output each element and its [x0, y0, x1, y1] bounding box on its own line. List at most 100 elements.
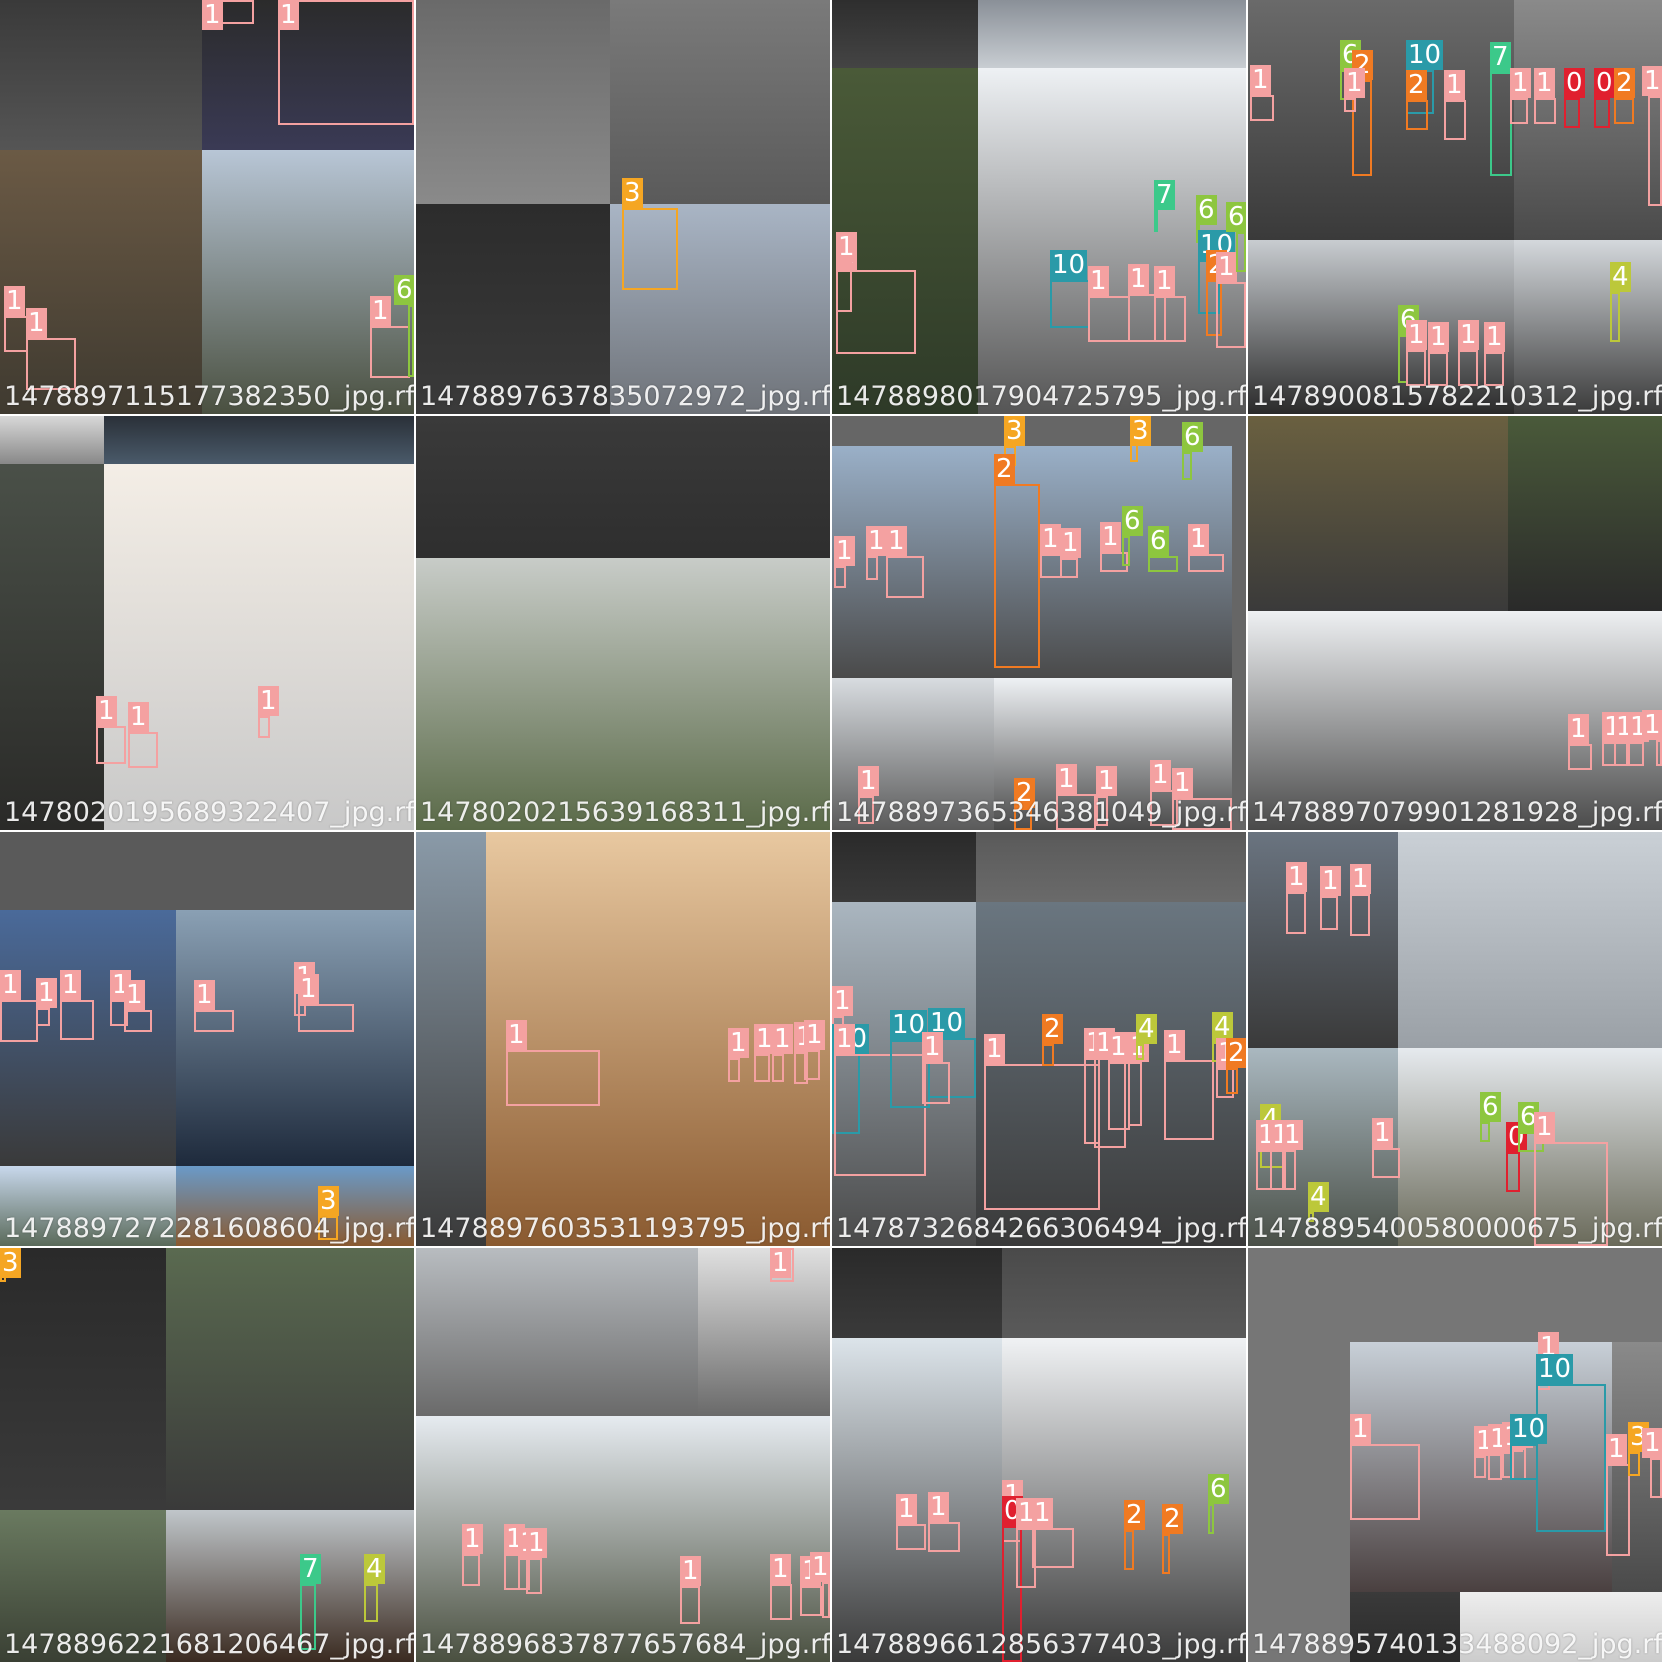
mosaic-tile: 1111111478897603531193795_jpg.rf.: [416, 832, 830, 1246]
class-label-tag: 1: [526, 1528, 547, 1558]
class-label-tag: 1: [810, 1552, 830, 1582]
tile-photo-fragment: [202, 150, 414, 414]
class-label-tag: 1: [370, 296, 391, 326]
tile-filename-label: 1478020195689322407_jpg.rf.: [4, 797, 414, 828]
tile-photo-fragment: [0, 910, 176, 1166]
class-label-tag: 1: [770, 1248, 791, 1278]
class-label-tag: 1: [886, 526, 907, 556]
class-label-tag: 1: [1350, 1414, 1371, 1444]
class-label-tag: 7: [1154, 180, 1175, 210]
tile-photo-fragment: [976, 832, 1246, 902]
class-label-tag: 3: [318, 1186, 339, 1216]
mosaic-tile: 11011111101311478895740133488092_jpg.rf.: [1248, 1248, 1662, 1662]
tile-filename-label: 1478020215639168311_jpg.rf.: [420, 797, 830, 828]
tile-photo-fragment: [104, 416, 414, 464]
tile-filename-label: 1478895740133488092_jpg.rf.: [1252, 1629, 1662, 1660]
class-label-tag: 1: [858, 766, 879, 796]
tile-filename-label: 1478732684266306494_jpg.rf.: [836, 1213, 1246, 1244]
class-label-tag: 4: [1136, 1014, 1157, 1044]
class-label-tag: 10: [1050, 250, 1088, 280]
class-label-tag: 1: [836, 232, 857, 262]
class-label-tag: 2: [1406, 70, 1427, 100]
tile-photo-fragment: [832, 1338, 1002, 1662]
tile-photo-fragment: [832, 1248, 1002, 1338]
class-label-tag: 1: [1056, 764, 1077, 794]
tile-photo-fragment: [832, 446, 1232, 678]
class-label-tag: 1: [1642, 710, 1662, 740]
class-label-tag: 4: [364, 1554, 385, 1584]
tile-photo-fragment: [176, 910, 414, 1166]
class-label-tag: 1: [1444, 70, 1465, 100]
tile-photo-fragment: [0, 1248, 166, 1510]
class-label-tag: 1: [1250, 65, 1271, 95]
class-label-tag: 1: [1282, 1120, 1303, 1150]
class-label-tag: 1: [680, 1556, 701, 1586]
class-label-tag: 2: [1614, 68, 1635, 98]
class-label-tag: 1: [128, 702, 149, 732]
class-label-tag: 6: [1208, 1474, 1229, 1504]
mosaic-tile: 1478020215639168311_jpg.rf.: [416, 416, 830, 830]
class-label-tag: 3: [622, 178, 643, 208]
class-label-tag: 1: [1484, 322, 1505, 352]
tile-filename-label: 1478896612856377403_jpg.rf.: [836, 1629, 1246, 1660]
class-label-tag: 1: [1406, 320, 1427, 350]
class-label-tag: 3: [0, 1248, 21, 1278]
tile-photo-fragment: [0, 0, 202, 150]
class-label-tag: 1: [1642, 66, 1662, 96]
tile-photo-fragment: [166, 1248, 414, 1510]
class-label-tag: 1: [4, 286, 25, 316]
class-label-tag: 1: [258, 686, 279, 716]
tile-filename-label: 1478897115177382350_jpg.rf.: [4, 381, 414, 412]
tile-photo-fragment: [104, 464, 414, 830]
tile-photo-fragment: [416, 1248, 698, 1416]
class-label-tag: 1: [1642, 1428, 1662, 1458]
class-label-tag: 1: [834, 536, 855, 566]
tile-photo-fragment: [1514, 0, 1662, 240]
class-label-tag: 1: [922, 1032, 943, 1062]
class-label-tag: 1: [832, 986, 853, 1016]
class-label-tag: 1: [1534, 1112, 1555, 1142]
tile-photo-fragment: [1248, 416, 1508, 611]
class-label-tag: 1: [298, 974, 319, 1004]
class-label-tag: 2: [1162, 1504, 1183, 1534]
class-label-tag: 1: [1458, 320, 1479, 350]
class-label-tag: 10: [1536, 1354, 1574, 1384]
class-label-tag: 1: [1060, 528, 1081, 558]
tile-photo-fragment: [698, 1248, 830, 1416]
mosaic-tile: 3 3 6 2 1 1 1 1 1 1 6 6 1 1 2 1 1 1 1 1478897365346381049_j…: [832, 416, 1246, 830]
class-label-tag: 2: [1124, 1500, 1145, 1530]
class-label-tag: 6: [1480, 1092, 1501, 1122]
class-label-tag: 1: [1164, 1030, 1185, 1060]
class-label-tag: 1: [896, 1494, 917, 1524]
class-label-tag: 1: [1286, 862, 1307, 892]
class-label-tag: 1: [1216, 252, 1237, 282]
class-label-tag: 1: [1150, 760, 1171, 790]
class-label-tag: 0: [1564, 68, 1585, 98]
class-label-tag: 10: [1406, 40, 1444, 70]
class-label-tag: 7: [300, 1554, 321, 1584]
class-label-tag: 1: [1128, 264, 1149, 294]
class-label-tag: 0: [1594, 68, 1615, 98]
tile-filename-label: 1478896221681206467_jpg.rf.: [4, 1629, 414, 1660]
tile-photo-fragment: [0, 150, 202, 414]
mosaic-tile: 1 1 1 1 1 6 1478897115177382350_jpg.rf.: [0, 0, 414, 414]
class-label-tag: 1: [1350, 864, 1371, 894]
class-label-tag: 6: [394, 275, 414, 305]
tile-photo-fragment: [202, 0, 414, 150]
tile-photo-fragment: [832, 832, 976, 902]
tile-filename-label: 1478897637835072972_jpg.rf.: [420, 381, 830, 412]
class-label-tag: 1: [60, 970, 81, 1000]
tile-photo-fragment: [610, 0, 830, 204]
tile-photo-fragment: [0, 416, 104, 464]
class-label-tag: 2: [994, 454, 1015, 484]
class-label-tag: 1: [26, 308, 47, 338]
class-label-tag: 1: [1428, 322, 1449, 352]
class-label-tag: 6: [1148, 526, 1169, 556]
class-label-tag: 1: [1344, 68, 1365, 98]
class-label-tag: 1: [124, 980, 145, 1010]
class-label-tag: 1: [1108, 1032, 1129, 1062]
class-label-tag: 4: [1308, 1182, 1329, 1212]
tile-photo-fragment: [1248, 832, 1398, 1048]
class-label-tag: 1: [772, 1024, 793, 1054]
tile-photo-fragment: [1612, 1342, 1662, 1592]
